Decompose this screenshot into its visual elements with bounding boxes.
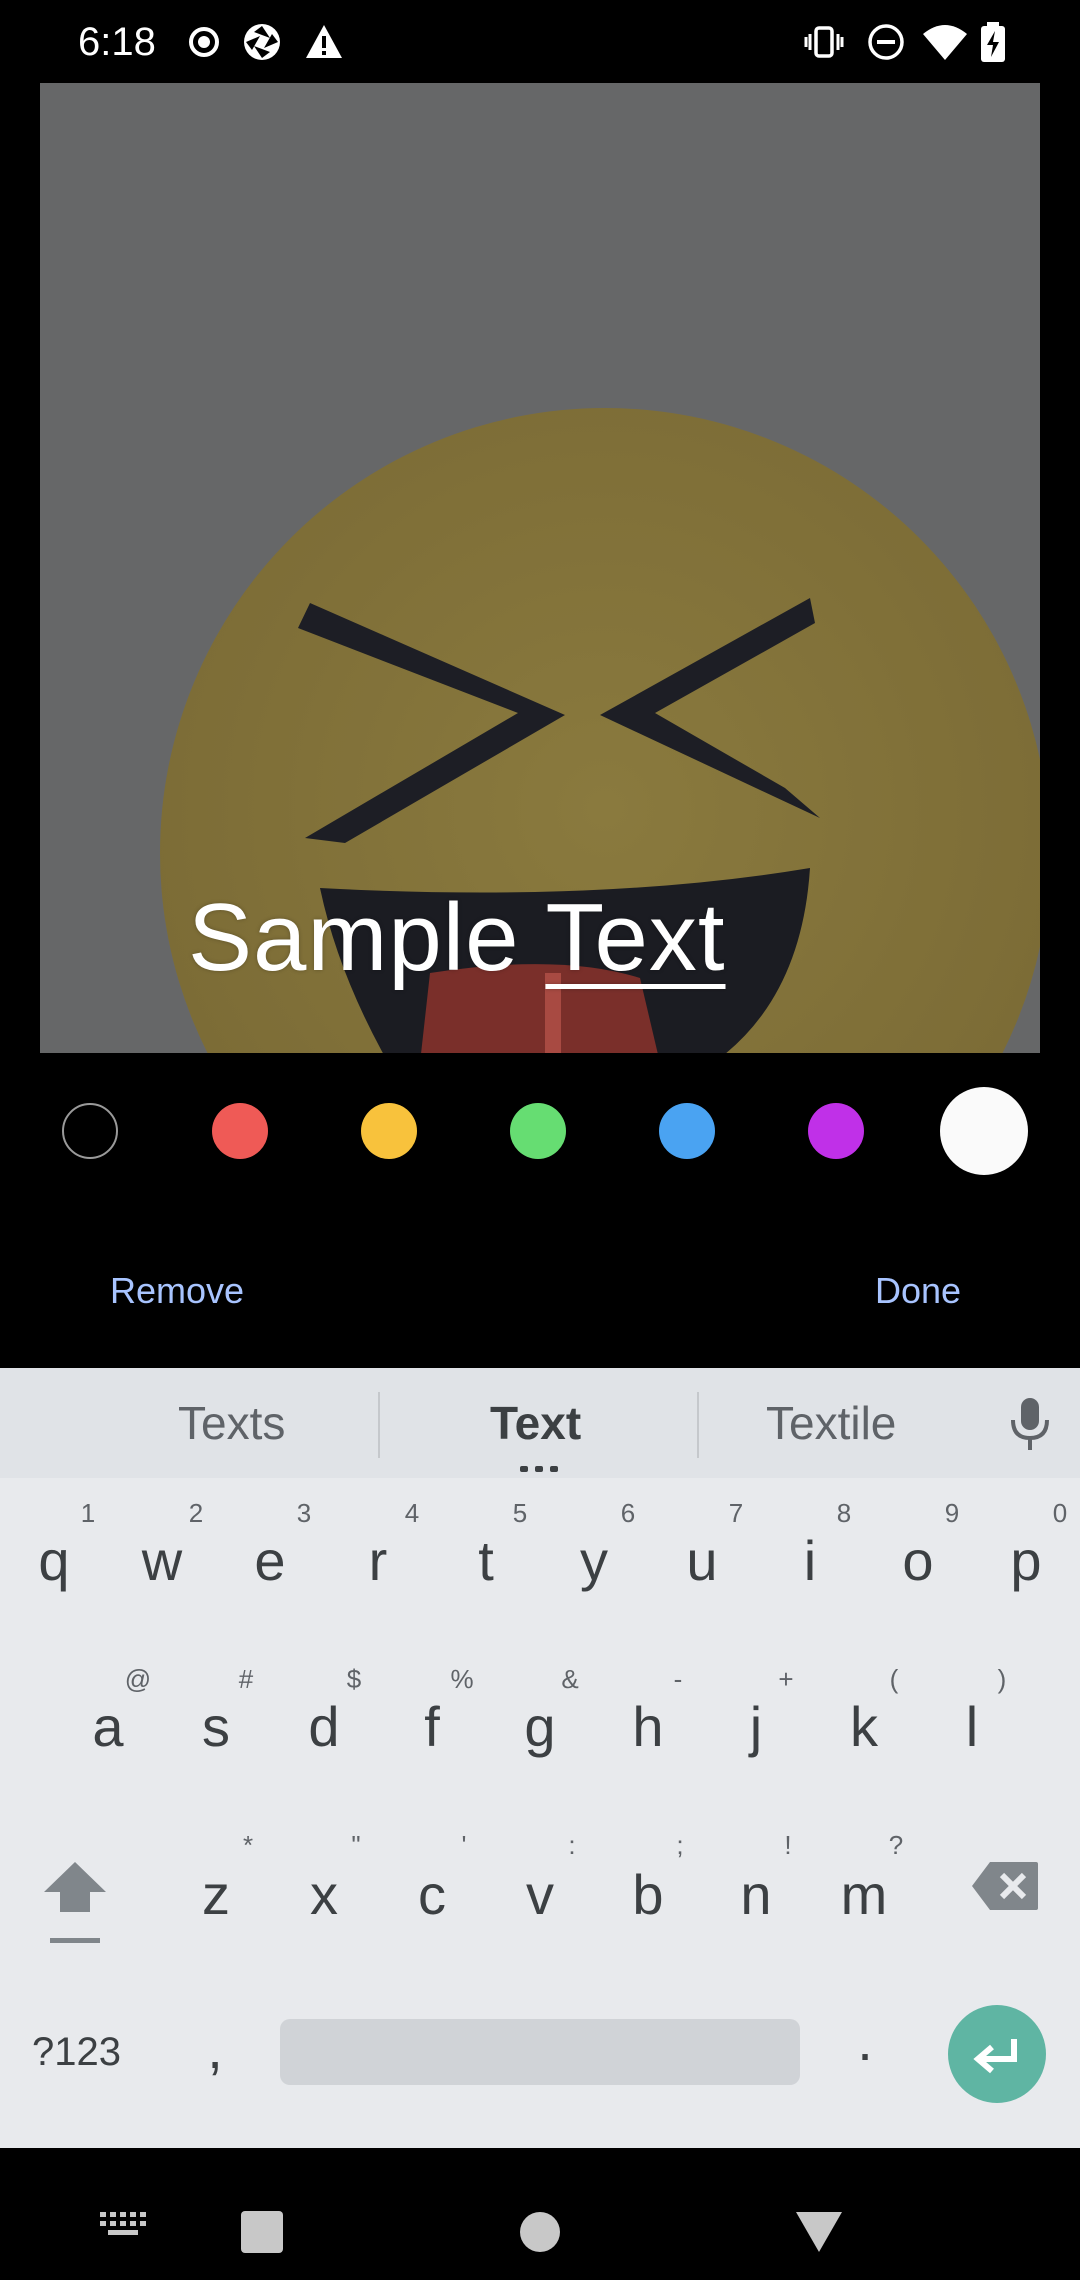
color-swatch-3[interactable] xyxy=(510,1103,566,1159)
key-e[interactable]: e xyxy=(240,1528,300,1593)
key-hint-e: 3 xyxy=(296,1498,312,1528)
key-hint-h: - xyxy=(673,1664,683,1694)
key-hint-s: # xyxy=(238,1664,254,1694)
key-hint-i: 8 xyxy=(836,1498,852,1528)
back-icon[interactable] xyxy=(796,2212,842,2252)
key-v[interactable]: v xyxy=(510,1862,570,1927)
overlay-text[interactable]: Sample Text xyxy=(188,883,726,993)
key-j[interactable]: j xyxy=(726,1694,786,1759)
suggestion-right[interactable]: Textile xyxy=(766,1396,896,1450)
key-hint-j: + xyxy=(778,1664,794,1694)
key-m[interactable]: m xyxy=(834,1862,894,1927)
symbols-key[interactable]: ?123 xyxy=(32,2030,121,2075)
status-time: 6:18 xyxy=(78,20,156,64)
overlay-text-word-1: Sample xyxy=(188,884,520,991)
more-suggestions-icon[interactable] xyxy=(520,1466,560,1472)
key-hint-a: @ xyxy=(124,1664,152,1694)
key-hint-q: 1 xyxy=(80,1498,96,1528)
home-icon[interactable] xyxy=(520,2212,560,2252)
key-hint-l: ) xyxy=(997,1664,1007,1694)
period-key[interactable]: . xyxy=(835,2008,895,2073)
key-q[interactable]: q xyxy=(24,1528,84,1593)
key-b[interactable]: b xyxy=(618,1862,678,1927)
enter-icon xyxy=(973,2039,1017,2074)
backspace-key[interactable] xyxy=(970,1860,1040,1912)
key-hint-g: & xyxy=(561,1664,579,1694)
enter-key[interactable] xyxy=(948,2005,1046,2103)
done-button[interactable]: Done xyxy=(875,1270,961,1312)
key-w[interactable]: w xyxy=(132,1528,192,1593)
suggestion-center[interactable]: Text xyxy=(490,1396,581,1450)
key-g[interactable]: g xyxy=(510,1694,570,1759)
key-h[interactable]: h xyxy=(618,1694,678,1759)
status-bar: 6:18 xyxy=(0,0,1080,84)
color-swatch-0[interactable] xyxy=(62,1103,118,1159)
keyboard: Texts Text Textile ?123 , . q 1 w 2 e 3 … xyxy=(0,1368,1080,2148)
color-swatch-6[interactable] xyxy=(940,1087,1028,1175)
recents-icon[interactable] xyxy=(241,2211,283,2253)
comma-key[interactable]: , xyxy=(185,2016,245,2081)
key-t[interactable]: t xyxy=(456,1528,516,1593)
overlay-text-word-2: Text xyxy=(545,884,726,991)
key-o[interactable]: o xyxy=(888,1528,948,1593)
key-hint-b: ; xyxy=(676,1830,684,1860)
key-hint-t: 5 xyxy=(512,1498,528,1528)
key-n[interactable]: n xyxy=(726,1862,786,1927)
key-hint-w: 2 xyxy=(188,1498,204,1528)
vibrate-icon xyxy=(804,26,844,58)
camera-shutter-icon xyxy=(244,24,280,60)
key-f[interactable]: f xyxy=(402,1694,462,1759)
shift-key[interactable] xyxy=(42,1858,108,1948)
key-hint-k: ( xyxy=(889,1664,899,1694)
keyboard-switch-icon[interactable] xyxy=(100,2212,148,2240)
color-swatch-4[interactable] xyxy=(659,1103,715,1159)
key-hint-d: $ xyxy=(346,1664,362,1694)
key-r[interactable]: r xyxy=(348,1528,408,1593)
key-hint-y: 6 xyxy=(620,1498,636,1528)
key-hint-m: ? xyxy=(888,1830,904,1860)
key-l[interactable]: l xyxy=(942,1694,1002,1759)
key-c[interactable]: c xyxy=(402,1862,462,1927)
key-hint-o: 9 xyxy=(944,1498,960,1528)
color-swatch-5[interactable] xyxy=(808,1103,864,1159)
microphone-icon[interactable] xyxy=(1008,1396,1052,1452)
wifi-icon xyxy=(923,25,967,60)
key-hint-n: ! xyxy=(784,1830,792,1860)
do-not-disturb-icon xyxy=(868,24,904,60)
remove-button[interactable]: Remove xyxy=(110,1270,244,1312)
key-i[interactable]: i xyxy=(780,1528,840,1593)
key-hint-f: % xyxy=(450,1664,474,1694)
key-hint-c: ' xyxy=(461,1830,467,1860)
suggestion-bar: Texts Text Textile xyxy=(0,1368,1080,1478)
suggestion-divider xyxy=(378,1392,380,1458)
key-z[interactable]: z xyxy=(186,1862,246,1927)
color-swatch-2[interactable] xyxy=(361,1103,417,1159)
battery-charging-icon xyxy=(981,22,1005,62)
warning-icon xyxy=(306,25,342,58)
key-x[interactable]: x xyxy=(294,1862,354,1927)
photo-canvas[interactable]: Sample Text xyxy=(40,83,1040,1053)
key-y[interactable]: y xyxy=(564,1528,624,1593)
key-u[interactable]: u xyxy=(672,1528,732,1593)
suggestion-divider xyxy=(697,1392,699,1458)
record-icon xyxy=(189,27,219,57)
key-hint-v: : xyxy=(568,1830,576,1860)
key-hint-u: 7 xyxy=(728,1498,744,1528)
key-s[interactable]: s xyxy=(186,1694,246,1759)
key-k[interactable]: k xyxy=(834,1694,894,1759)
space-bar[interactable] xyxy=(280,2019,800,2085)
key-a[interactable]: a xyxy=(78,1694,138,1759)
navigation-bar xyxy=(0,2148,1080,2280)
key-d[interactable]: d xyxy=(294,1694,354,1759)
key-hint-p: 0 xyxy=(1052,1498,1068,1528)
key-hint-x: " xyxy=(351,1830,361,1860)
key-hint-z: * xyxy=(242,1830,254,1860)
key-p[interactable]: p xyxy=(996,1528,1056,1593)
color-swatch-1[interactable] xyxy=(212,1103,268,1159)
key-hint-r: 4 xyxy=(404,1498,420,1528)
suggestion-left[interactable]: Texts xyxy=(178,1396,285,1450)
